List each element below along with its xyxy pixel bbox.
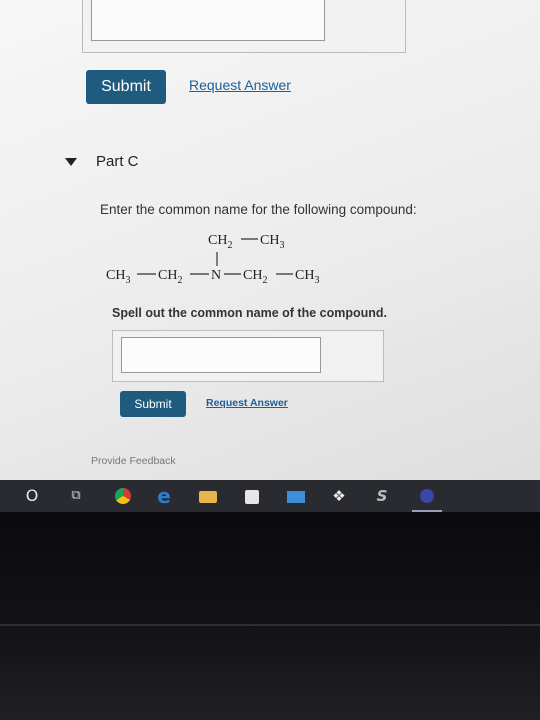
chrome-icon[interactable]	[110, 480, 136, 512]
structure-ch2-right: CH2	[243, 268, 267, 286]
submit-button[interactable]: Submit	[120, 391, 186, 417]
part-c-title: Part C	[96, 153, 139, 170]
answer-input[interactable]	[121, 337, 321, 373]
structure-top-ch3: CH3	[260, 233, 284, 251]
previous-answer-input[interactable]	[91, 0, 325, 41]
monitor-bezel	[0, 512, 540, 720]
bezel-edge	[0, 624, 540, 626]
edge-icon[interactable]: e	[152, 480, 176, 512]
structure-nitrogen: N	[211, 268, 221, 283]
answer-instruction: Spell out the common name of the compoun…	[112, 306, 388, 320]
file-explorer-icon[interactable]	[196, 480, 220, 512]
store-icon[interactable]	[240, 480, 264, 512]
task-view-icon[interactable]: ⧉	[64, 480, 88, 512]
mail-icon[interactable]	[284, 480, 308, 512]
dropbox-icon[interactable]: ❖	[326, 480, 352, 512]
collapse-toggle-icon[interactable]	[65, 158, 77, 166]
request-answer-link[interactable]: Request Answer	[206, 397, 288, 409]
request-answer-link-part-b[interactable]: Request Answer	[189, 77, 291, 93]
windows-start-icon[interactable]: O	[20, 480, 44, 512]
structure-ch2-left: CH2	[158, 268, 182, 286]
structure-top-ch2: CH2	[208, 233, 232, 251]
structure-ch3-left: CH3	[106, 268, 130, 286]
browser-page: Submit Request Answer Part C Enter the c…	[0, 0, 540, 480]
structure-ch3-right: CH3	[295, 268, 319, 286]
chemical-structure: CH2 CH3 CH3 CH2 N CH2 CH3	[106, 233, 319, 286]
active-app-icon[interactable]	[412, 480, 442, 512]
question-prompt: Enter the common name for the following …	[100, 202, 417, 217]
submit-button-part-b[interactable]: Submit	[86, 70, 166, 104]
provide-feedback-link[interactable]: Provide Feedback	[91, 455, 176, 467]
previous-answer-frame	[82, 0, 406, 53]
windows-taskbar: O ⧉ e ❖ S	[0, 480, 540, 512]
answer-frame	[112, 330, 384, 382]
s-app-icon[interactable]: S	[370, 480, 394, 512]
